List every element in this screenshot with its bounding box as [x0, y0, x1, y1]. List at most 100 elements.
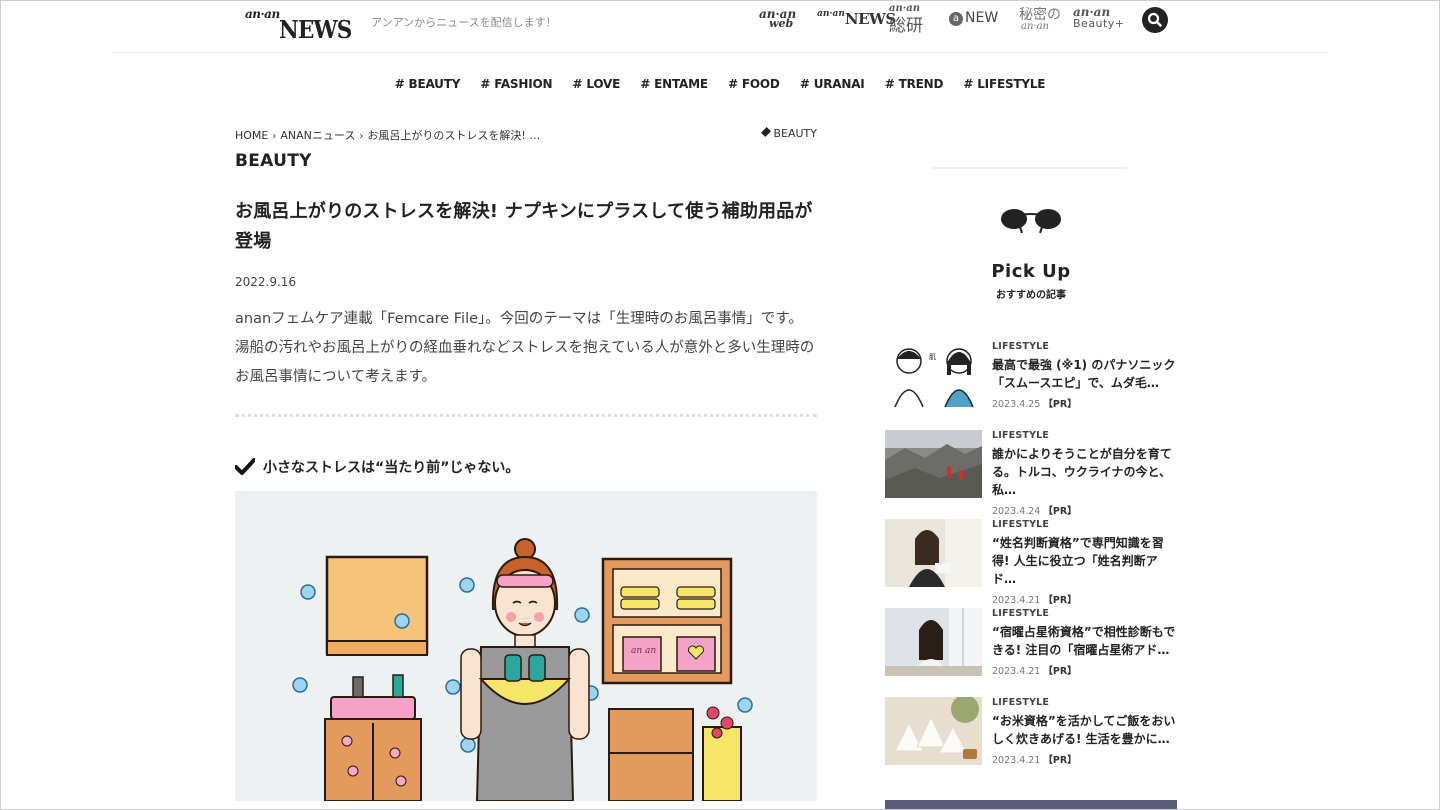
pickup-title[interactable]: 誰かによりそうことが自分を育てる。トルコ、ウクライナの今と、私… [992, 445, 1177, 499]
bear-ears-icon [1001, 209, 1061, 234]
illustration-anan-label: an an [631, 646, 656, 656]
anew-link[interactable]: a NEW [949, 10, 998, 26]
anan-news-top: an·an [817, 9, 845, 19]
pickup-title[interactable]: “姓名判断資格”で専門知識を習得! 人生に役立つ「姓名判断アド… [992, 534, 1177, 588]
article-tag[interactable]: BEAUTY [761, 127, 817, 140]
pickup-date-value: 2023.4.21 [992, 755, 1041, 766]
anan-beauty-plus-link[interactable]: an·an Beauty+ [1073, 5, 1125, 30]
pickup-item[interactable]: LIFESTYLE “お米資格”を活かしてご飯をおいしく炊きあげる! 生活を豊か… [885, 697, 1177, 786]
pickup-category: LIFESTYLE [992, 697, 1050, 708]
pickup-meta: LIFESTYLE “姓名判断資格”で専門知識を習得! 人生に役立つ「姓名判断ア… [992, 519, 1177, 606]
pickup-meta: LIFESTYLE “宿曜占星術資格”で相性診断もできる! 注目の「宿曜占星術ア… [992, 608, 1177, 677]
section-title: BEAUTY [235, 151, 312, 171]
thumb-illustration-two-women: 肌 [885, 341, 982, 409]
nav-fashion[interactable]: # FASHION [480, 77, 552, 91]
pr-badge: 【PR】 [1043, 506, 1077, 517]
pickup-heading: Pick Up おすすめの記事 [885, 261, 1177, 301]
pr-badge: 【PR】 [1043, 595, 1077, 606]
nav-entame[interactable]: # ENTAME [640, 77, 708, 91]
anan-news-link[interactable]: an·anNEWS [817, 9, 896, 28]
site-header: an·an NEWS アンアンからニュースを配信します！ an·an web a… [111, 1, 1329, 53]
dotted-divider [235, 414, 817, 417]
breadcrumb-home[interactable]: HOME [235, 129, 268, 142]
pickup-item[interactable]: LIFESTYLE 誰かによりそうことが自分を育てる。トルコ、ウクライナの今と、… [885, 430, 1177, 519]
pickup-title[interactable]: 最高で最強 (※1) のパナソニック「スムースエピ」で、ムダ毛… [992, 356, 1177, 392]
page-frame: an·an NEWS アンアンからニュースを配信します！ an·an web a… [0, 0, 1440, 810]
pickup-title[interactable]: “お米資格”を活かしてご飯をおいしく炊きあげる! 生活を豊かに… [992, 712, 1177, 748]
subheading-text: 小さなストレスは“当たり前”じゃない。 [263, 460, 520, 476]
pickup-title[interactable]: “宿曜占星術資格”で相性診断もできる! 注目の「宿曜占星術アド… [992, 623, 1177, 659]
pickup-date-value: 2023.4.24 [992, 506, 1041, 517]
thumb-photo-woman [885, 519, 982, 587]
pickup-date: 2023.4.21 【PR】 [992, 663, 1177, 677]
breadcrumb: HOME › ANANニュース › お風呂上がりのストレスを解決! … BEAUTY [235, 127, 817, 145]
pickup-category: LIFESTYLE [992, 608, 1050, 619]
bathroom-illustration: an an [292, 538, 753, 801]
sidebar-divider [933, 167, 1127, 169]
pickup-date: 2023.4.21 【PR】 [992, 752, 1177, 766]
anew-text: NEW [965, 10, 999, 26]
logo-small-text: an·an [245, 7, 280, 21]
chevron-right-icon: › [272, 131, 277, 142]
thumb-photo-rice-balls [885, 697, 982, 765]
pickup-date-value: 2023.4.21 [992, 595, 1041, 606]
nav-food[interactable]: # FOOD [728, 77, 780, 91]
pickup-date: 2023.4.25 【PR】 [992, 396, 1177, 410]
pickup-meta: LIFESTYLE 最高で最強 (※1) のパナソニック「スムースエピ」で、ムダ… [992, 341, 1177, 410]
article-illustration: an an [235, 491, 817, 801]
nav-love[interactable]: # LOVE [573, 77, 621, 91]
article-date: 2022.9.16 [235, 275, 297, 289]
breadcrumb-section[interactable]: ANANニュース [280, 129, 355, 142]
pickup-category: LIFESTYLE [992, 519, 1050, 530]
pickup-meta: LIFESTYLE 誰かによりそうことが自分を育てる。トルコ、ウクライナの今と、… [992, 430, 1177, 517]
search-icon [1147, 12, 1162, 27]
logo-main-text: NEWS [279, 15, 352, 44]
tag-icon [761, 127, 772, 137]
checkmark-icon [235, 458, 255, 475]
pickup-category: LIFESTYLE [992, 341, 1050, 352]
nav-uranai[interactable]: # URANAI [800, 77, 865, 91]
breadcrumb-current: お風呂上がりのストレスを解決! … [367, 129, 541, 142]
pickup-date-value: 2023.4.25 [992, 399, 1041, 410]
anan-web-link[interactable]: an·an web [759, 7, 796, 30]
pr-badge: 【PR】 [1043, 666, 1077, 677]
pickup-meta: LIFESTYLE “お米資格”を活かしてご飯をおいしく炊きあげる! 生活を豊か… [992, 697, 1177, 766]
pickup-list: 肌 LIFESTYLE 最高で最強 (※1) のパナソニック「スムースエピ」で、… [885, 341, 1177, 786]
article-lead: ananフェムケア連載「Femcare File」。今回のテーマは「生理時のお風… [235, 311, 815, 385]
pickup-thumbnail[interactable] [885, 430, 982, 498]
himitsu-no-anan-link[interactable]: 秘密の an·an [1019, 4, 1061, 32]
pickup-thumbnail[interactable] [885, 608, 982, 676]
pickup-item[interactable]: LIFESTYLE “姓名判断資格”で専門知識を習得! 人生に役立つ「姓名判断ア… [885, 519, 1177, 608]
pickup-thumbnail[interactable] [885, 697, 982, 765]
pr-badge: 【PR】 [1043, 755, 1077, 766]
beauty-plus-bottom: Beauty+ [1073, 17, 1125, 30]
pickup-thumbnail[interactable] [885, 519, 982, 587]
site-tagline: アンアンからニュースを配信します！ [371, 16, 557, 29]
article: HOME › ANANニュース › お風呂上がりのストレスを解決! … BEAUTY B… [235, 127, 817, 801]
pickup-item[interactable]: LIFESTYLE “宿曜占星術資格”で相性診断もできる! 注目の「宿曜占星術ア… [885, 608, 1177, 697]
nav-trend[interactable]: # TREND [885, 77, 944, 91]
pickup-subtitle: おすすめの記事 [996, 290, 1066, 301]
anew-mark-icon: a [949, 12, 963, 26]
chevron-right-icon: › [359, 131, 364, 142]
article-subheading: 小さなストレスは“当たり前”じゃない。 [235, 457, 817, 477]
category-nav: # BEAUTY # FASHION # LOVE # ENTAME # FOO… [1, 77, 1439, 91]
thumb-photo-woman-window [885, 608, 982, 676]
pickup-date: 2023.4.21 【PR】 [992, 592, 1177, 606]
article-tag-label: BEAUTY [773, 127, 817, 140]
article-title: お風呂上がりのストレスを解決! ナプキンにプラスして使う補助用品が登場 [235, 201, 813, 252]
svg-text:肌: 肌 [929, 353, 936, 361]
pickup-date: 2023.4.24 【PR】 [992, 503, 1177, 517]
sidebar-next-banner[interactable] [885, 800, 1177, 809]
nav-beauty[interactable]: # BEAUTY [395, 77, 461, 91]
pickup-thumbnail[interactable]: 肌 [885, 341, 982, 409]
anan-souken-bottom: 総研 [889, 16, 923, 36]
search-button[interactable] [1142, 7, 1168, 33]
pickup-title: Pick Up [991, 261, 1071, 282]
pickup-item[interactable]: 肌 LIFESTYLE 最高で最強 (※1) のパナソニック「スムースエピ」で、… [885, 341, 1177, 430]
nav-lifestyle[interactable]: # LIFESTYLE [963, 77, 1045, 91]
anan-web-bottom: web [769, 17, 794, 30]
thumb-photo-rubble [885, 430, 982, 498]
anan-souken-link[interactable]: an·an 総研 [889, 3, 923, 36]
pr-badge: 【PR】 [1043, 399, 1077, 410]
